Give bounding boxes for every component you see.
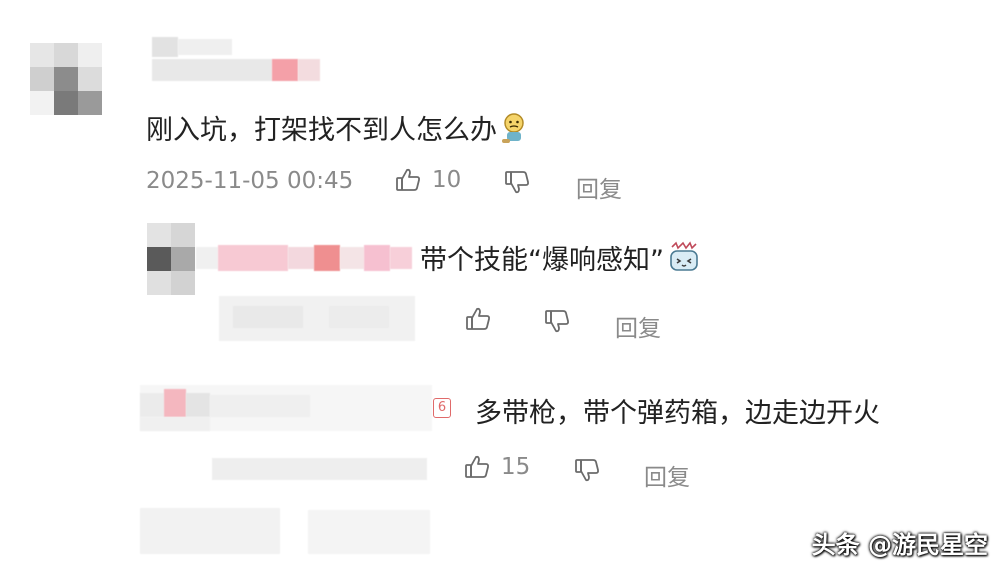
emoji-icon xyxy=(499,112,529,143)
like-button[interactable]: 10 xyxy=(394,166,461,194)
reply-text: 多带枪，带个弹药箱，边走边开火 xyxy=(475,398,880,429)
reply-like-button[interactable]: 15 xyxy=(463,453,530,481)
reply-dislike-button[interactable] xyxy=(573,456,601,484)
username[interactable] xyxy=(152,37,320,83)
reply-username[interactable] xyxy=(140,385,432,431)
thumbs-up-icon xyxy=(464,305,492,333)
thumbs-up-icon xyxy=(463,453,491,481)
thumbs-down-icon xyxy=(573,456,601,484)
watermark: 头条 @游民星空 xyxy=(811,531,988,559)
dislike-button[interactable] xyxy=(503,168,531,196)
avatar[interactable] xyxy=(30,43,102,115)
level-badge: 6 xyxy=(433,398,451,418)
like-count: 10 xyxy=(432,167,462,193)
emoji-icon xyxy=(666,241,702,271)
reply-username[interactable] xyxy=(196,245,412,271)
reply-reply-button[interactable]: 回复 xyxy=(644,458,690,492)
reply-text: 带个技能“爆响感知” xyxy=(420,238,702,277)
thumbs-up-icon xyxy=(394,166,422,194)
reply-timestamp xyxy=(212,458,427,480)
reply-avatar[interactable] xyxy=(147,223,195,295)
reply-like-button[interactable] xyxy=(464,305,492,333)
reply-dislike-button[interactable] xyxy=(543,307,571,335)
next-comment-preview xyxy=(140,508,430,558)
thumbs-down-icon xyxy=(503,168,531,196)
like-count: 15 xyxy=(501,454,531,480)
reply-reply-button[interactable]: 回复 xyxy=(615,309,661,343)
timestamp: 2025-11-05 00:45 xyxy=(146,168,354,194)
thumbs-down-icon xyxy=(543,307,571,335)
reply-button[interactable]: 回复 xyxy=(576,170,622,204)
comment-text: 刚入坑，打架找不到人怎么办 xyxy=(146,108,529,147)
reply-timestamp xyxy=(219,296,415,341)
